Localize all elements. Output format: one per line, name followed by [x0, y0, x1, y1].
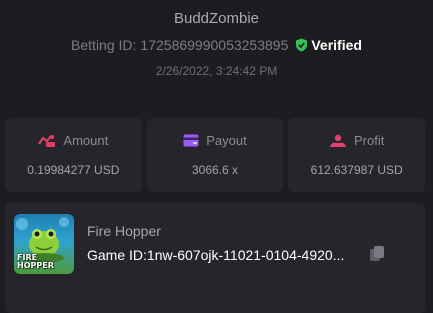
verified-label: Verified — [311, 37, 362, 53]
copy-icon[interactable] — [369, 245, 385, 267]
game-name: Fire Hopper — [87, 223, 161, 239]
amount-icon — [38, 134, 56, 147]
stat-profit: Profit 612.637987 USD — [288, 118, 426, 192]
wallet-icon — [183, 134, 199, 147]
game-id-value: 1nw-607ojk-11021-0104-4920... — [146, 247, 345, 263]
stat-amount: Amount 0.19984277 USD — [5, 118, 142, 192]
game-thumbnail-title: FIRE HOPPER — [17, 253, 54, 270]
game-id: Game ID:1nw-607ojk-11021-0104-4920... — [87, 247, 344, 263]
game-id-label: Game ID: — [87, 247, 147, 263]
bet-timestamp: 2/26/2022, 3:24:42 PM — [155, 64, 278, 78]
stat-profit-label: Profit — [354, 133, 385, 148]
shield-check-icon — [296, 38, 308, 52]
stat-amount-value: 0.19984277 USD — [27, 163, 120, 177]
username: BuddZombie — [173, 10, 260, 27]
verified-badge: Verified — [295, 37, 362, 53]
stat-amount-label: Amount — [63, 133, 109, 148]
stat-payout-label: Payout — [206, 133, 247, 148]
profit-icon — [330, 134, 346, 147]
betting-id-value: 1725869990053253895 — [140, 37, 289, 53]
bet-stats: Amount 0.19984277 USD Payout 3066.6 x Pr… — [5, 118, 426, 192]
stat-profit-value: 612.637987 USD — [310, 163, 403, 177]
betting-id-row: Betting ID: 1725869990053253895 Verified — [0, 37, 433, 53]
stat-payout-value: 3066.6 x — [191, 163, 239, 177]
game-thumbnail[interactable]: FIRE HOPPER — [14, 214, 74, 274]
betting-id-label: Betting ID: — [71, 37, 137, 53]
stat-payout: Payout 3066.6 x — [146, 118, 284, 192]
